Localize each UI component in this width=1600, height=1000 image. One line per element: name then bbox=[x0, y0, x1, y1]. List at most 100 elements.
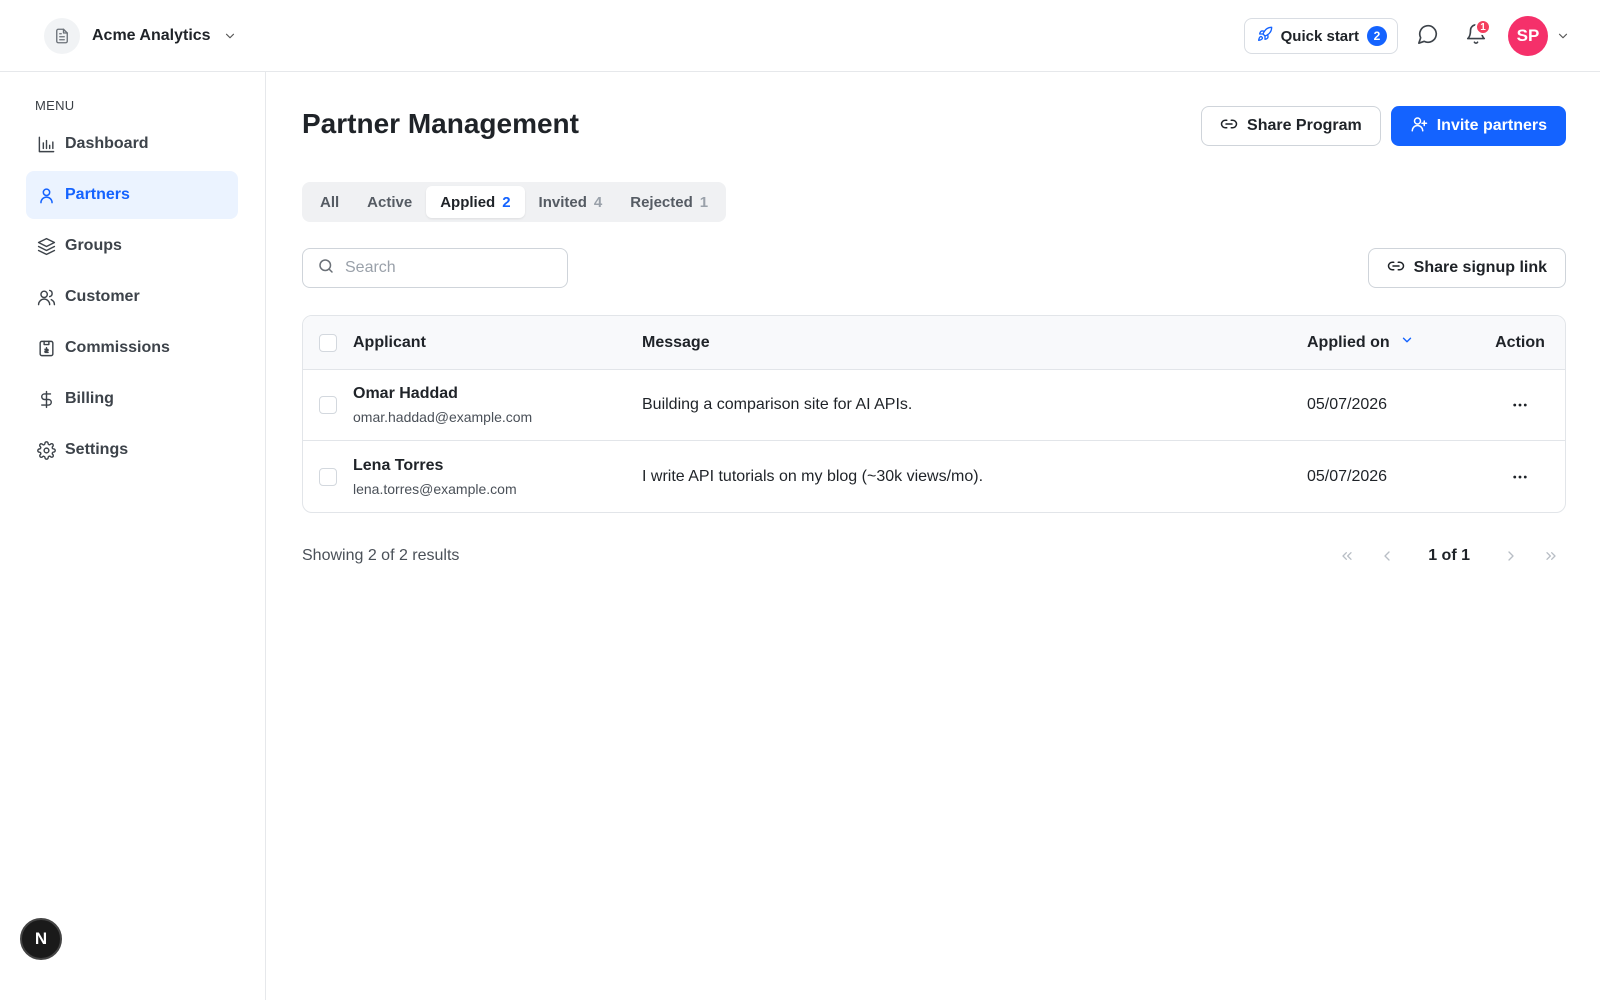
share-signup-link-label: Share signup link bbox=[1413, 259, 1547, 276]
quick-start-button[interactable]: Quick start 2 bbox=[1243, 18, 1398, 54]
top-bar-actions: Quick start 2 1 SP bbox=[1243, 16, 1570, 56]
top-bar: Acme Analytics Quick start 2 1 SP bbox=[0, 0, 1600, 72]
quick-start-label: Quick start bbox=[1280, 27, 1359, 45]
more-actions-button[interactable] bbox=[1505, 462, 1535, 492]
first-page-button[interactable] bbox=[1332, 544, 1362, 568]
share-signup-link-button[interactable]: Share signup link bbox=[1367, 248, 1566, 288]
sidebar-item-label: Groups bbox=[65, 237, 122, 254]
applicant-email: lena.torres@example.com bbox=[353, 480, 517, 497]
avatar[interactable]: SP bbox=[1508, 16, 1548, 56]
chevron-right-icon bbox=[1508, 551, 1514, 561]
header-actions: Share Program Invite partners bbox=[1201, 106, 1566, 146]
user-icon bbox=[36, 185, 56, 205]
sidebar-item-label: Commissions bbox=[65, 339, 170, 356]
link-icon bbox=[1220, 115, 1238, 138]
search-box bbox=[302, 248, 568, 288]
gear-icon bbox=[36, 440, 56, 460]
applicant-name: Omar Haddad bbox=[353, 385, 458, 402]
share-program-label: Share Program bbox=[1247, 117, 1362, 134]
tab-count: 1 bbox=[699, 193, 709, 211]
chevron-down-icon bbox=[1400, 333, 1414, 352]
more-actions-button[interactable] bbox=[1505, 390, 1535, 420]
layers-icon bbox=[36, 236, 56, 256]
applicant-email: omar.haddad@example.com bbox=[353, 409, 533, 425]
tab-count: 2 bbox=[502, 193, 511, 211]
column-applicant: Applicant bbox=[353, 333, 426, 351]
users-icon bbox=[36, 287, 56, 307]
table-row: Lena Torres lena.torres@example.com I wr… bbox=[303, 441, 1565, 512]
sidebar-item-label: Billing bbox=[65, 390, 114, 407]
column-action: Action bbox=[1495, 333, 1545, 351]
last-page-button[interactable] bbox=[1536, 544, 1566, 568]
results-count: Showing 2 of 2 results bbox=[302, 547, 460, 564]
table-header: Applicant Message Applied on Action bbox=[303, 316, 1565, 370]
tab-all[interactable]: All bbox=[306, 186, 353, 218]
tab-label: Invited bbox=[538, 193, 587, 211]
chevrons-right-icon bbox=[1546, 552, 1556, 560]
column-applied-on[interactable]: Applied on bbox=[1307, 333, 1475, 352]
chevrons-left-icon bbox=[1342, 552, 1352, 560]
next-page-button[interactable] bbox=[1496, 544, 1526, 568]
tab-applied[interactable]: Applied 2 bbox=[426, 186, 525, 218]
page-indicator: 1 of 1 bbox=[1428, 547, 1470, 564]
ellipsis-icon bbox=[1513, 403, 1527, 407]
search-input[interactable] bbox=[345, 259, 545, 277]
sidebar-item-groups[interactable]: Groups bbox=[26, 222, 238, 270]
menu-label: MENU bbox=[35, 98, 75, 113]
tab-active[interactable]: Active bbox=[353, 186, 426, 218]
tab-label: All bbox=[320, 193, 340, 211]
previous-page-button[interactable] bbox=[1372, 544, 1402, 568]
sidebar-item-commissions[interactable]: Commissions bbox=[26, 324, 238, 372]
row-checkbox[interactable] bbox=[319, 396, 337, 414]
search-icon bbox=[317, 257, 335, 280]
invite-partners-button[interactable]: Invite partners bbox=[1390, 106, 1566, 146]
user-plus-icon bbox=[1410, 115, 1428, 138]
chart-icon bbox=[36, 134, 56, 154]
sidebar-item-settings[interactable]: Settings bbox=[26, 426, 238, 474]
sidebar-item-billing[interactable]: Billing bbox=[26, 375, 238, 423]
workspace-switcher[interactable]: Acme Analytics bbox=[44, 17, 237, 55]
chevron-down-icon[interactable] bbox=[1556, 29, 1570, 43]
sidebar-item-partners[interactable]: Partners bbox=[26, 171, 238, 219]
workspace-name: Acme Analytics bbox=[92, 27, 211, 44]
chevron-left-icon bbox=[1384, 551, 1390, 561]
tab-rejected[interactable]: Rejected 1 bbox=[616, 186, 722, 218]
rocket-icon bbox=[1257, 26, 1273, 47]
notifications-button[interactable]: 1 bbox=[1458, 18, 1494, 54]
applicant-message: Building a comparison site for AI APIs. bbox=[642, 396, 913, 413]
column-message: Message bbox=[642, 333, 710, 351]
tab-count: 4 bbox=[593, 193, 603, 211]
applied-on-date: 05/07/2026 bbox=[1307, 396, 1388, 413]
notification-count-badge: 1 bbox=[1475, 19, 1491, 35]
column-applied-on-label: Applied on bbox=[1307, 333, 1390, 351]
sidebar-nav: Dashboard Partners Groups Customer Commi… bbox=[26, 120, 238, 477]
table-row: Omar Haddad omar.haddad@example.com Buil… bbox=[303, 370, 1565, 441]
chat-bubble-icon bbox=[1417, 23, 1439, 50]
dev-tools-badge[interactable]: N bbox=[20, 918, 62, 960]
tab-label: Applied bbox=[440, 193, 496, 211]
status-tabs: All Active Applied 2 Invited 4 Rejected … bbox=[302, 182, 727, 222]
pagination: 1 of 1 bbox=[1332, 544, 1566, 568]
receipt-icon bbox=[36, 338, 56, 358]
share-program-button[interactable]: Share Program bbox=[1201, 106, 1381, 146]
page-title: Partner Management bbox=[302, 108, 579, 139]
applicant-message: I write API tutorials on my blog (~30k v… bbox=[642, 467, 984, 485]
chevron-down-icon bbox=[223, 29, 237, 43]
sidebar-item-label: Customer bbox=[65, 288, 140, 305]
row-checkbox[interactable] bbox=[319, 467, 337, 486]
sidebar-item-label: Partners bbox=[65, 186, 130, 203]
link-icon bbox=[1387, 257, 1405, 280]
invite-partners-label: Invite partners bbox=[1436, 117, 1547, 134]
ellipsis-icon bbox=[1513, 475, 1527, 478]
quick-start-count-badge: 2 bbox=[1367, 26, 1387, 46]
sidebar-item-customer[interactable]: Customer bbox=[26, 273, 238, 321]
select-all-checkbox[interactable] bbox=[319, 333, 337, 352]
tab-invited[interactable]: Invited 4 bbox=[525, 186, 617, 218]
sidebar-item-dashboard[interactable]: Dashboard bbox=[26, 120, 238, 168]
document-icon bbox=[44, 18, 80, 54]
applicants-table: Applicant Message Applied on Action Omar… bbox=[302, 315, 1566, 513]
tab-label: Rejected bbox=[630, 193, 693, 211]
tab-label: Active bbox=[367, 193, 413, 211]
messages-button[interactable] bbox=[1410, 18, 1446, 54]
sidebar: MENU Dashboard Partners Groups Customer bbox=[0, 72, 266, 1000]
